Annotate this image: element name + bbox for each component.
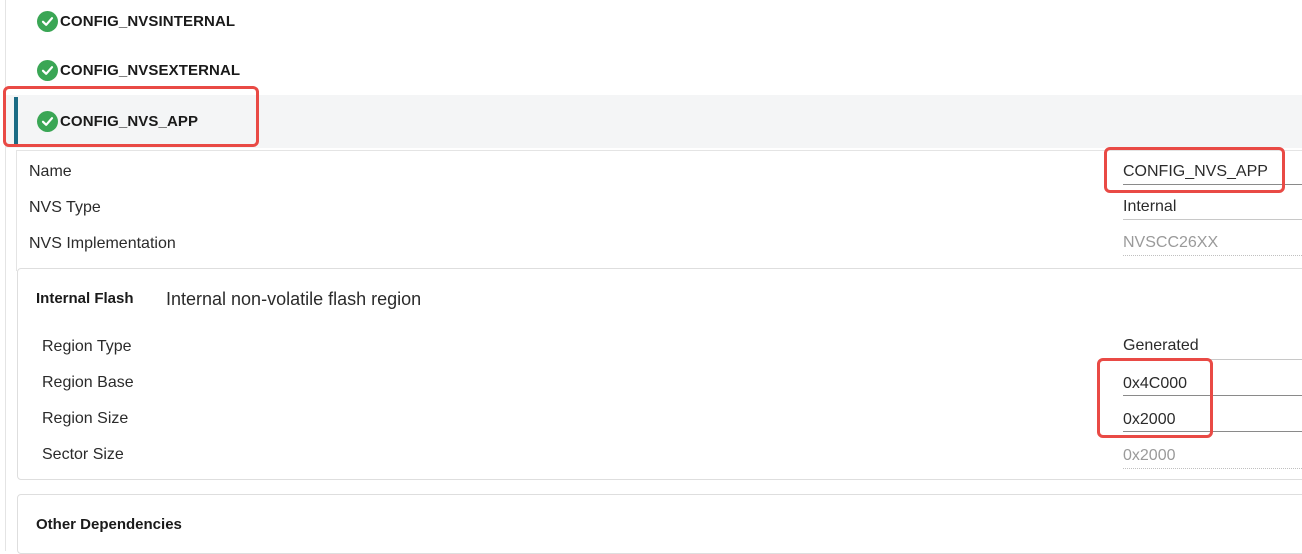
nvs-type-select[interactable]: Internal xyxy=(1123,198,1176,216)
region-base-input[interactable]: 0x4C000 xyxy=(1123,375,1187,393)
instance-label: CONFIG_NVSINTERNAL xyxy=(60,12,236,30)
check-circle-icon xyxy=(37,111,58,132)
instance-label: CONFIG_NVS_APP xyxy=(60,113,199,130)
region-type-underline xyxy=(1123,359,1302,360)
nvs-implementation-value: NVSCC26XX xyxy=(1123,234,1219,251)
nvs-implementation-underline xyxy=(1123,255,1302,256)
instance-properties-panel xyxy=(16,150,1302,271)
instance-label: CONFIG_NVSEXTERNAL xyxy=(60,61,241,79)
region-base-label: Region Base xyxy=(42,374,134,391)
name-input[interactable]: CONFIG_NVS_APP xyxy=(1123,163,1268,181)
sector-size-label: Sector Size xyxy=(42,446,124,463)
selection-indicator xyxy=(14,97,18,145)
instance-item-nvsexternal[interactable]: CONFIG_NVSEXTERNAL xyxy=(6,46,1302,94)
internal-flash-description: Internal non-volatile flash region xyxy=(166,289,422,309)
region-type-select[interactable]: Generated xyxy=(1123,337,1199,355)
name-label: Name xyxy=(29,163,72,180)
nvs-type-label: NVS Type xyxy=(29,199,101,216)
region-base-underline xyxy=(1123,395,1302,396)
internal-flash-title: Internal Flash xyxy=(36,290,134,307)
check-circle-icon xyxy=(37,59,58,81)
other-dependencies-title: Other Dependencies xyxy=(36,516,182,533)
region-size-underline xyxy=(1123,431,1302,432)
instance-item-nvs-app[interactable]: CONFIG_NVS_APP xyxy=(6,95,1302,148)
other-dependencies-section[interactable] xyxy=(17,494,1302,554)
name-input-underline xyxy=(1123,184,1302,185)
nvs-type-underline xyxy=(1123,219,1302,220)
region-type-label: Region Type xyxy=(42,338,132,355)
check-circle-icon xyxy=(37,10,58,32)
region-size-input[interactable]: 0x2000 xyxy=(1123,411,1176,429)
sector-size-value: 0x2000 xyxy=(1123,447,1176,464)
region-size-label: Region Size xyxy=(42,410,129,427)
instance-item-nvsinternal[interactable]: CONFIG_NVSINTERNAL xyxy=(6,0,1302,45)
sector-size-underline xyxy=(1123,468,1302,469)
nvs-implementation-label: NVS Implementation xyxy=(29,235,176,252)
